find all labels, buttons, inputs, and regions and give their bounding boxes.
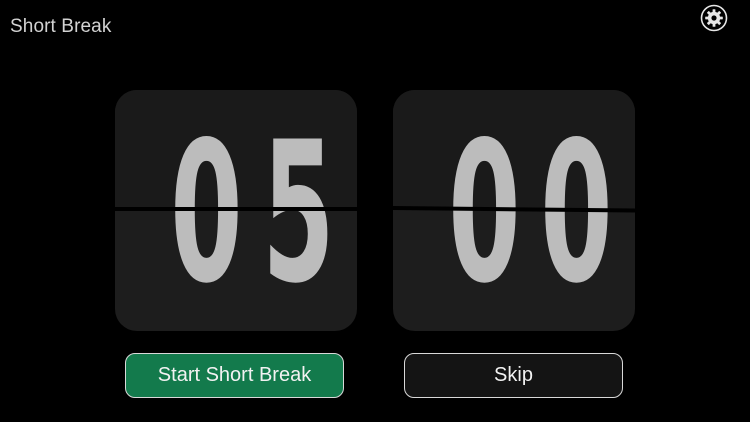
minutes-tens-digit: 0 xyxy=(170,100,243,327)
seconds-tens-digit: 0 xyxy=(448,100,521,327)
page-title: Short Break xyxy=(10,16,112,37)
seconds-flip-card: 0 0 xyxy=(393,90,635,331)
minutes-ones-digit: 5 xyxy=(262,100,335,327)
start-short-break-button[interactable]: Start Short Break xyxy=(125,353,344,398)
settings-button[interactable] xyxy=(700,4,728,32)
gear-icon xyxy=(700,4,728,32)
minutes-flip-card: 0 5 xyxy=(115,90,357,331)
skip-button[interactable]: Skip xyxy=(404,353,623,398)
flip-split-line xyxy=(115,207,357,211)
seconds-ones-digit: 0 xyxy=(540,100,613,327)
